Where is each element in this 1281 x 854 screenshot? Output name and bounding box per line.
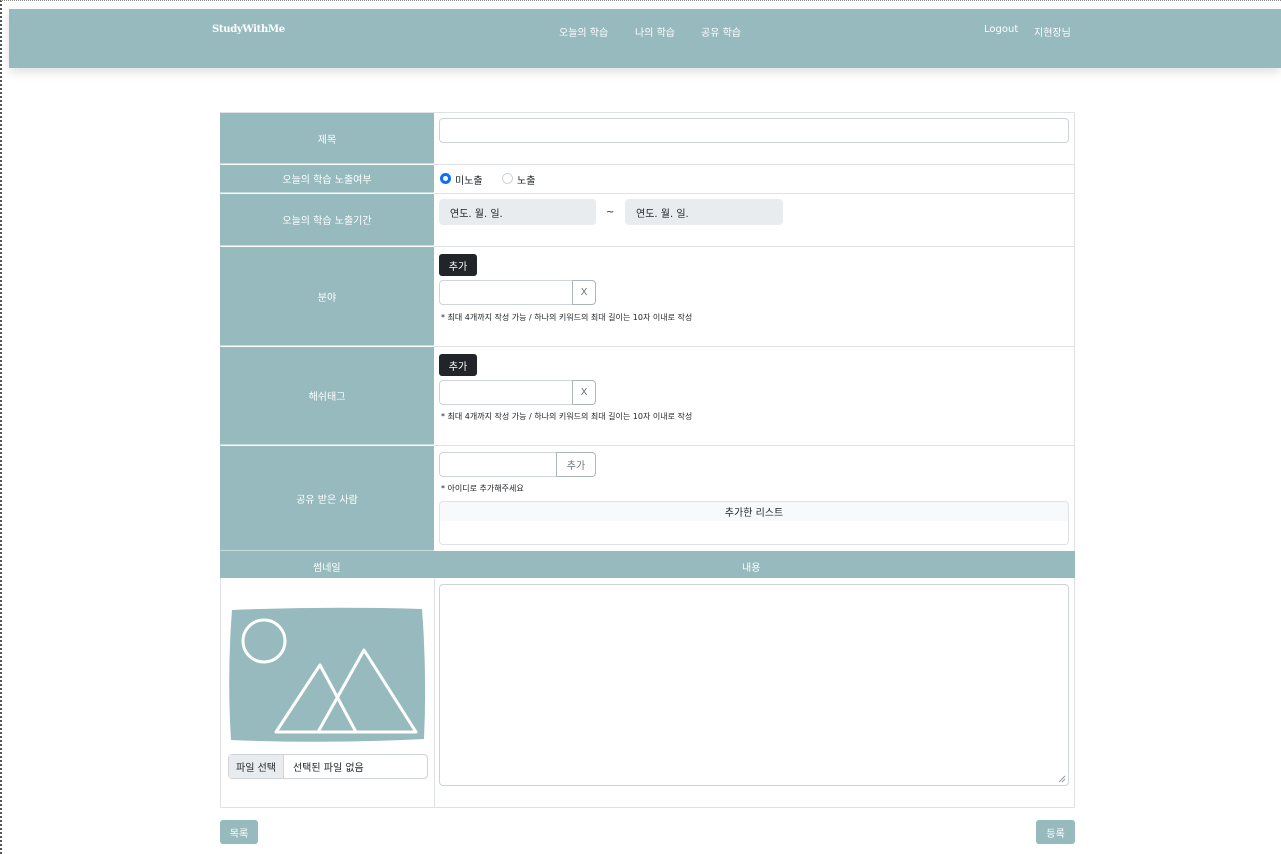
hashtag-add-button[interactable]: 추가 — [439, 354, 477, 376]
share-id-input[interactable] — [439, 452, 557, 477]
thumbnail-header: 썸네일 — [313, 563, 341, 574]
row-divider — [434, 445, 1075, 446]
radio-visible[interactable] — [502, 173, 513, 184]
user-name: 지현장님 — [1034, 28, 1071, 39]
hashtag-remove-button[interactable]: X — [572, 380, 596, 405]
title-label: 제목 — [220, 113, 434, 164]
list-button[interactable]: 목록 — [220, 820, 258, 844]
exposure-label: 오늘의 학습 노출여부 — [220, 165, 434, 193]
resize-grip-icon[interactable] — [1058, 775, 1066, 783]
submit-button[interactable]: 등록 — [1036, 820, 1075, 844]
row-divider — [434, 246, 1075, 247]
thumbnail-placeholder-image — [229, 607, 426, 742]
field-label: 분야 — [220, 247, 434, 346]
period-label: 오늘의 학습 노출기간 — [220, 194, 434, 246]
share-list-header: 추가한 리스트 — [439, 501, 1069, 522]
field-hint: * 최대 4개까지 작성 가능 / 하나의 키워드의 최대 길이는 10자 이내… — [441, 313, 693, 322]
row-divider — [434, 193, 1075, 194]
hashtag-label: 해쉬태그 — [220, 347, 434, 445]
radio-hidden-label: 미노출 — [455, 176, 483, 187]
field-remove-button[interactable]: X — [572, 280, 596, 305]
nav-link-my-study[interactable]: 나의 학습 — [635, 24, 675, 39]
date-end-input[interactable]: 연도. 월. 일. — [625, 199, 783, 225]
title-input[interactable] — [439, 118, 1069, 143]
share-add-button[interactable]: 추가 — [556, 452, 596, 477]
content-textarea[interactable] — [439, 584, 1069, 786]
row-divider — [434, 164, 1075, 165]
column-divider — [434, 578, 435, 808]
hashtag-keyword-input[interactable] — [439, 380, 573, 405]
hashtag-hint: * 최대 4개까지 작성 가능 / 하나의 키워드의 최대 길이는 10자 이내… — [441, 412, 693, 421]
brand-logo[interactable]: StudyWithMe — [212, 24, 285, 35]
thumbnail-file-input[interactable]: 파일 선택 선택된 파일 없음 — [228, 754, 428, 779]
share-label: 공유 받은 사람 — [220, 446, 434, 551]
radio-hidden[interactable] — [440, 173, 451, 184]
date-separator: ~ — [606, 207, 615, 218]
share-hint: * 아이디로 추가해주세요 — [441, 484, 524, 493]
radio-visible-label: 노출 — [517, 176, 536, 187]
row-divider — [434, 346, 1075, 347]
date-start-input[interactable]: 연도. 월. 일. — [439, 199, 596, 225]
file-select-button[interactable]: 파일 선택 — [229, 755, 284, 778]
nav-link-shared-study[interactable]: 공유 학습 — [701, 24, 741, 39]
content-header: 내용 — [742, 563, 761, 574]
nav-link-today[interactable]: 오늘의 학습 — [559, 24, 608, 39]
field-keyword-input[interactable] — [439, 280, 573, 305]
logout-link[interactable]: Logout — [984, 24, 1018, 35]
thumbnail-content-header: 썸네일 내용 — [220, 551, 1075, 578]
file-status: 선택된 파일 없음 — [292, 763, 364, 774]
field-add-button[interactable]: 추가 — [439, 254, 477, 276]
share-list — [439, 521, 1069, 545]
